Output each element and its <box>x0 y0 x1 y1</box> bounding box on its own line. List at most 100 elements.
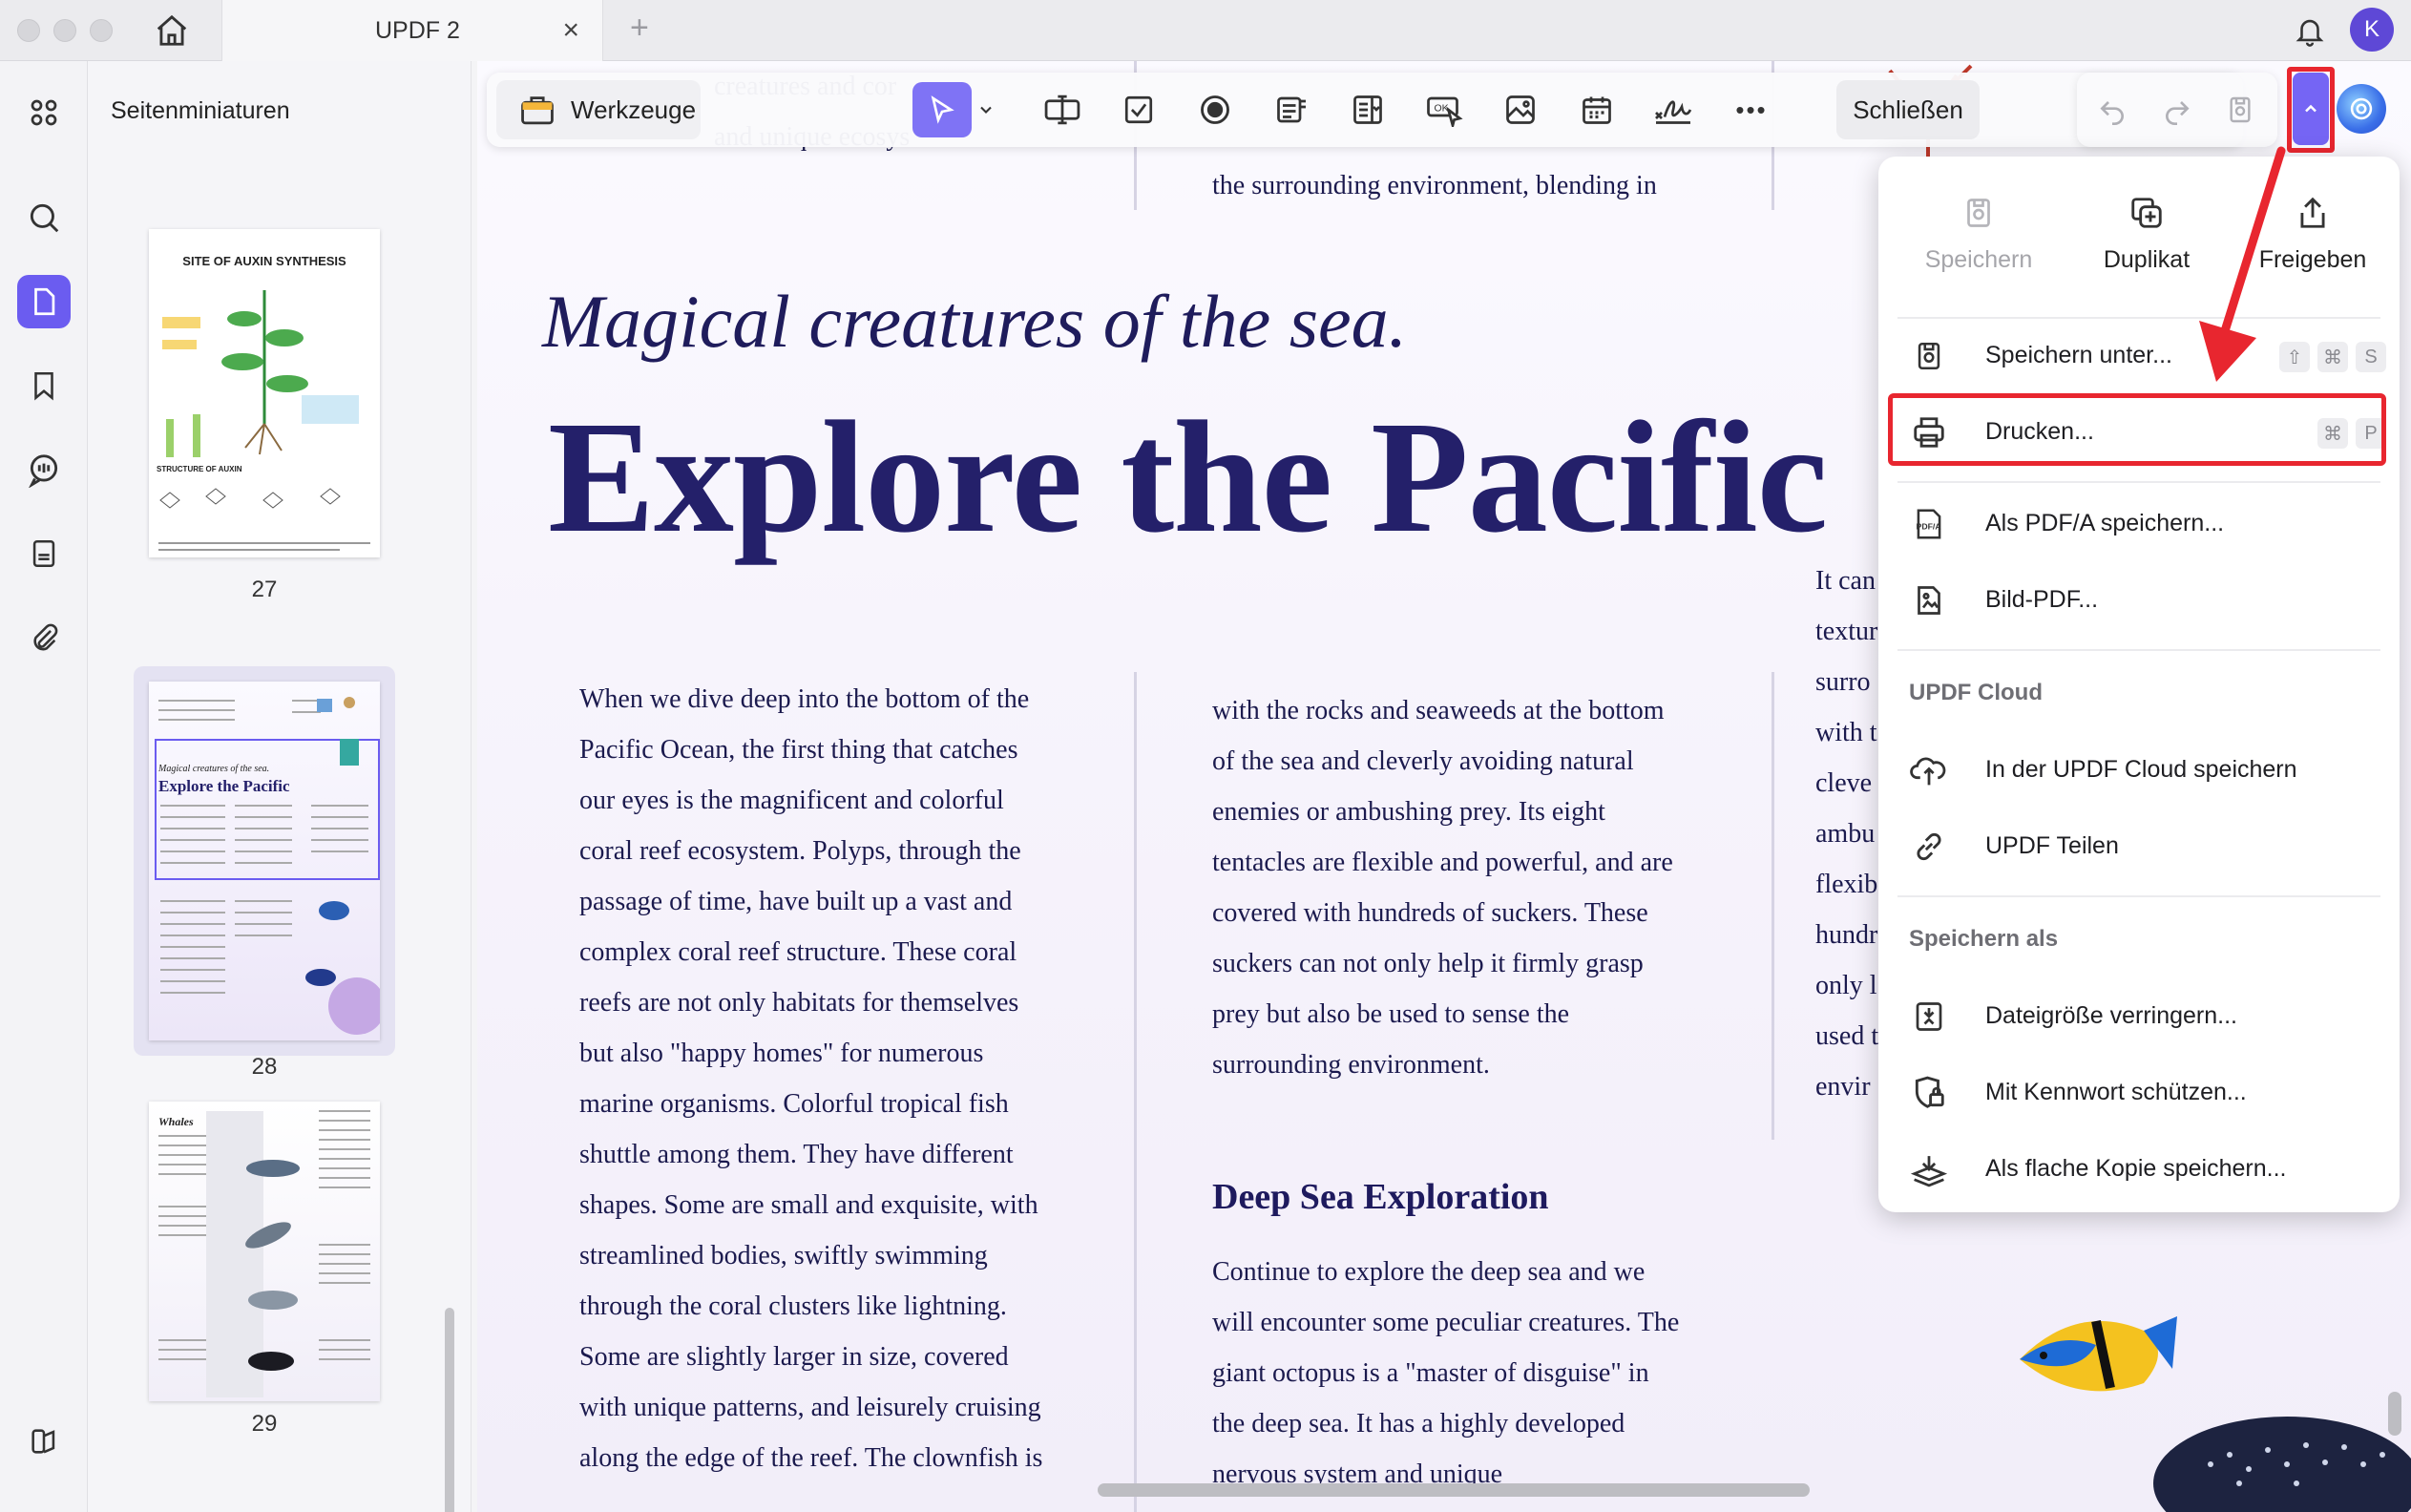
tools-button[interactable]: Werkzeuge <box>496 80 701 139</box>
vertical-scrollbar[interactable] <box>2388 1392 2401 1436</box>
history-toolbar <box>2077 73 2277 147</box>
menu-item-save-pdfa[interactable]: PDF/A Als PDF/A speichern... <box>1897 491 2380 557</box>
select-tool-button[interactable] <box>912 82 972 137</box>
svg-text:PDF/A: PDF/A <box>1917 522 1942 532</box>
column-divider <box>1134 672 1137 1512</box>
bell-icon[interactable] <box>2289 10 2331 52</box>
combo-box-icon[interactable] <box>1344 86 1392 134</box>
chevron-down-icon[interactable] <box>972 86 1000 134</box>
pages-icon[interactable] <box>17 527 71 580</box>
section-heading: Deep Sea Exploration <box>1212 1177 1549 1217</box>
horizontal-scrollbar[interactable] <box>1098 1483 1810 1497</box>
shortcut-key: S <box>2356 342 2386 372</box>
thumb-text: SITE OF AUXIN SYNTHESIS <box>182 254 346 268</box>
thumbnails-scrollbar[interactable] <box>445 1308 454 1512</box>
menu-item-image-pdf[interactable]: Bild-PDF... <box>1897 567 2380 634</box>
thumb-text: STRUCTURE OF AUXIN <box>157 465 242 473</box>
thumb-whales <box>158 1110 370 1397</box>
save-icon[interactable] <box>2216 86 2264 134</box>
tab-title: UPDF 2 <box>375 16 460 44</box>
window-zoom-button[interactable] <box>90 19 113 42</box>
menu-divider <box>1897 317 2380 319</box>
top-fragment-mid: the surrounding environment, blending in <box>1212 171 1657 200</box>
tab-close-icon[interactable]: × <box>562 16 579 45</box>
save-icon <box>1907 334 1951 378</box>
page-thumbnail-27[interactable]: SITE OF AUXIN SYNTHESIS STRUCTURE OF AUX… <box>149 229 380 557</box>
page-number: 29 <box>251 1411 278 1437</box>
menu-item-save-as[interactable]: Speichern unter... ⇧ ⌘ S <box>1897 323 2386 389</box>
page-number: 27 <box>251 577 278 602</box>
pufferfish-illustration <box>2153 1417 2411 1512</box>
menu-save-action[interactable]: Speichern <box>1897 191 2060 296</box>
bookmark-icon[interactable] <box>17 359 71 412</box>
new-tab-button[interactable]: + <box>630 11 649 44</box>
layers-icon[interactable] <box>17 1415 71 1468</box>
menu-section-save-as: Speichern als <box>1909 926 2059 952</box>
menu-divider <box>1897 481 2380 483</box>
image-pdf-icon <box>1907 578 1951 622</box>
document-tab[interactable]: UPDF 2 × <box>221 0 603 61</box>
flatten-icon <box>1907 1147 1951 1191</box>
thumb-page-lines <box>158 697 380 1035</box>
close-edit-button[interactable]: Schließen <box>1836 80 1980 139</box>
signature-icon[interactable] <box>1649 86 1697 134</box>
redo-icon[interactable] <box>2153 86 2201 134</box>
home-icon[interactable] <box>149 8 195 53</box>
thumbnails-icon[interactable] <box>17 275 71 328</box>
plant-diagram: STRUCTURE OF AUXIN <box>157 290 370 551</box>
text-column-2b: Continue to explore the deep sea and we … <box>1212 1257 1680 1489</box>
toolbox-icon <box>519 94 556 131</box>
annotation-highlight-box <box>1888 393 2386 466</box>
shield-lock-icon <box>1907 1071 1951 1115</box>
window-close-button[interactable] <box>17 19 40 42</box>
tools-label: Werkzeuge <box>571 94 697 124</box>
button-field-icon[interactable]: OK <box>1420 86 1468 134</box>
date-field-icon[interactable] <box>1573 86 1621 134</box>
text-box-icon[interactable] <box>1038 86 1086 134</box>
page-thumbnail-29[interactable]: Whales <box>149 1102 380 1401</box>
menu-item-password-protect[interactable]: Mit Kennwort schützen... <box>1897 1060 2380 1126</box>
window-minimize-button[interactable] <box>53 19 76 42</box>
search-icon[interactable] <box>17 191 71 244</box>
page-headline: Explore the Pacific <box>548 388 1828 566</box>
avatar[interactable]: K <box>2350 8 2394 52</box>
pdfa-icon: PDF/A <box>1907 502 1951 546</box>
menu-section-cloud: UPDF Cloud <box>1909 680 2043 705</box>
save-icon <box>1957 191 2001 235</box>
menu-item-share-link[interactable]: UPDF Teilen <box>1897 813 2380 880</box>
text-column-1: When we dive deep into the bottom of the… <box>579 684 1043 1473</box>
image-field-icon[interactable] <box>1497 86 1544 134</box>
edit-toolbar: Werkzeuge OK ••• Schließen <box>487 73 2243 147</box>
attachment-icon[interactable] <box>17 611 71 664</box>
page-number: 28 <box>251 1054 278 1080</box>
undo-icon[interactable] <box>2088 86 2136 134</box>
menu-item-flatten[interactable]: Als flache Kopie speichern... <box>1897 1136 2380 1203</box>
column-divider <box>1772 672 1774 1140</box>
page-thumbnail-28[interactable]: Magical creatures of the sea. Explore th… <box>149 682 380 1040</box>
save-dropdown-menu: Speichern Duplikat Freigeben Speichern u… <box>1878 157 2400 1212</box>
radio-button-icon[interactable] <box>1191 86 1239 134</box>
panel-title: Seitenminiaturen <box>111 97 290 124</box>
menu-divider <box>1897 895 2380 897</box>
duplicate-icon <box>2125 191 2169 235</box>
shortcut-key: ⌘ <box>2317 342 2348 372</box>
checkbox-icon[interactable] <box>1115 86 1163 134</box>
red-arrow-annotation <box>2199 146 2286 382</box>
list-box-icon[interactable] <box>1268 86 1315 134</box>
menu-divider <box>1897 649 2380 651</box>
annotation-highlight-box <box>2287 67 2335 153</box>
text-column-2: with the rocks and seaweeds at the botto… <box>1212 696 1673 1080</box>
menu-item-cloud-save[interactable]: In der UPDF Cloud speichern <box>1897 737 2380 804</box>
title-bar: UPDF 2 × + K <box>0 0 2411 61</box>
grid-icon[interactable] <box>17 86 71 139</box>
text-column-3: It can textur surro with t cleve ambu fl… <box>1815 566 1879 1102</box>
link-icon <box>1907 825 1951 869</box>
svg-text:OK: OK <box>1435 103 1449 115</box>
left-icon-rail <box>0 61 88 1512</box>
menu-item-reduce-size[interactable]: Dateigröße verringern... <box>1897 983 2380 1050</box>
more-options-button[interactable]: ••• <box>1728 86 1775 134</box>
compress-icon <box>1907 995 1951 1039</box>
page-subtitle: Magical creatures of the sea. <box>542 280 1408 363</box>
comment-icon[interactable] <box>17 443 71 496</box>
ai-assistant-icon[interactable] <box>2337 84 2386 134</box>
